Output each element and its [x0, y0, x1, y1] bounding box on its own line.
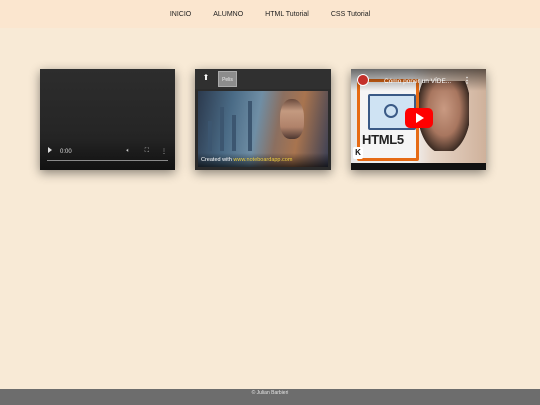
tab-pelis[interactable]: Pelis	[218, 71, 237, 87]
spire-shape	[208, 121, 212, 151]
spire-shape	[232, 115, 236, 151]
youtube-play-icon[interactable]	[405, 108, 433, 128]
youtube-embed[interactable]: HTML5 Cómo poner un VÍDE... ⋮ K	[351, 69, 486, 170]
noteboard-embed[interactable]: ⬆ Pelis Created with www.noteboardapp.co…	[195, 69, 331, 170]
more-vert-icon[interactable]: ⋮	[463, 76, 471, 85]
video-time: 0:00	[60, 149, 72, 155]
thumbnail-html5-text: HTML5	[362, 132, 404, 147]
more-options-icon[interactable]: ⋮	[161, 148, 167, 155]
noteboard-link[interactable]: www.noteboardapp.com	[233, 157, 292, 163]
caption-prefix: Created with	[201, 157, 234, 163]
spire-shape	[248, 101, 252, 151]
play-icon[interactable]	[48, 147, 52, 153]
movie-poster-image[interactable]: Created with www.noteboardapp.com	[198, 91, 328, 167]
nav-html-tutorial[interactable]: HTML Tutorial	[265, 11, 309, 18]
youtube-bottom-bar	[351, 163, 486, 170]
channel-avatar[interactable]	[357, 74, 369, 86]
character-figure	[280, 99, 304, 139]
noteboard-toolbar: ⬆ Pelis	[195, 69, 331, 89]
volume-icon[interactable]: 🔈︎	[126, 148, 130, 155]
arrow-up-icon[interactable]: ⬆	[201, 73, 211, 83]
video-progress-bar[interactable]	[47, 160, 168, 161]
video-controls	[40, 140, 175, 170]
nav-css-tutorial[interactable]: CSS Tutorial	[331, 11, 370, 18]
video-title[interactable]: Cómo poner un VÍDE...	[384, 78, 451, 85]
noteboard-caption: Created with www.noteboardapp.com	[198, 153, 328, 167]
top-navigation: INICIO ALUMNO HTML Tutorial CSS Tutorial	[0, 0, 540, 28]
spire-shape	[220, 107, 224, 151]
nav-alumno[interactable]: ALUMNO	[213, 11, 243, 18]
nav-inicio[interactable]: INICIO	[170, 11, 191, 18]
video-player[interactable]: 0:00 🔈︎ ⛶ ⋮	[40, 69, 175, 170]
play-circle-graphic	[384, 104, 398, 118]
footer: © Julian Barbieri	[0, 389, 540, 405]
logo-k-icon: K	[353, 147, 363, 159]
fullscreen-icon[interactable]: ⛶	[145, 148, 149, 155]
